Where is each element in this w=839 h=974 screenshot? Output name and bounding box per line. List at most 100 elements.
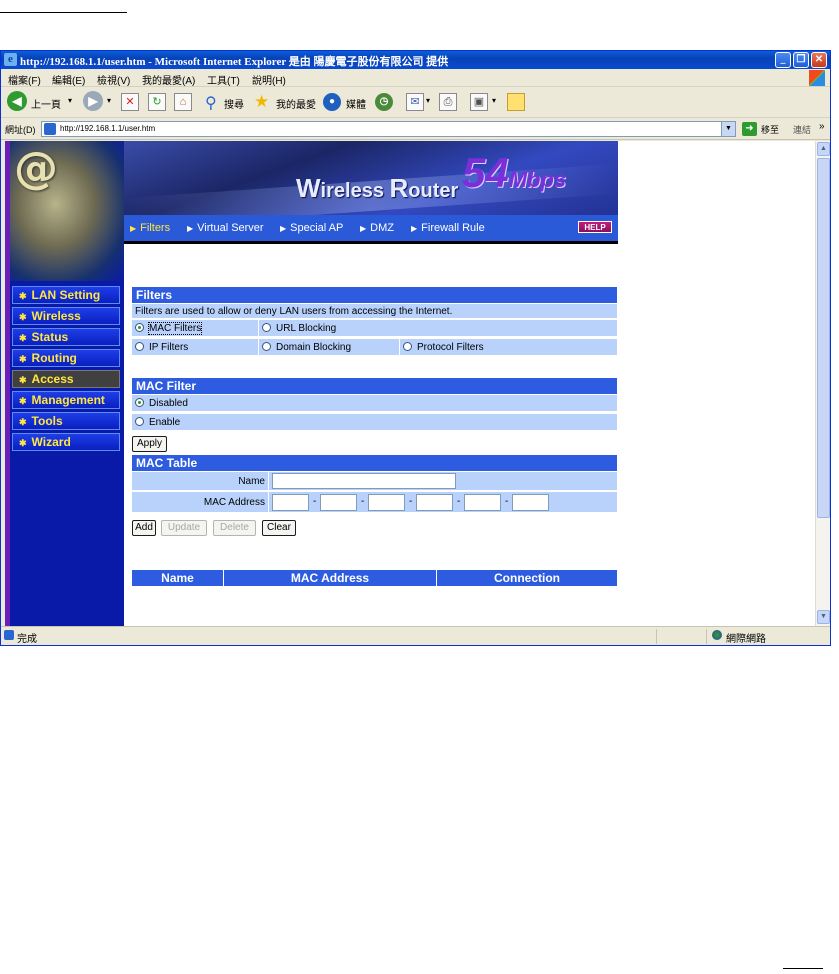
address-url: http://192.168.1.1/user.htm (60, 124, 156, 133)
print-icon[interactable]: ⎙ (439, 93, 457, 111)
add-button[interactable]: Add (132, 520, 156, 536)
nav-access[interactable]: ✱ Access (12, 370, 120, 388)
back-label[interactable]: 上一頁 (31, 96, 61, 111)
tab-firewall-rule[interactable]: ▶ Firewall Rule (411, 222, 485, 234)
mac-table-columns: Name MAC Address Connection (132, 570, 617, 586)
scroll-down-icon[interactable]: ▼ (817, 610, 830, 624)
mail-dropdown-icon[interactable]: ▾ (426, 96, 430, 105)
option-protocol-filters[interactable]: Protocol Filters (400, 339, 617, 356)
mac-octet-2-input[interactable] (320, 494, 357, 511)
radio-icon[interactable] (135, 398, 144, 407)
favorites-star-icon[interactable]: ★ (254, 92, 269, 114)
radio-icon[interactable] (135, 342, 144, 351)
home-icon[interactable]: ⌂ (174, 93, 192, 111)
go-arrow-icon[interactable]: ➜ (742, 122, 757, 136)
option-enable[interactable]: Enable (132, 414, 617, 431)
radio-icon[interactable] (262, 342, 271, 351)
tab-arrow-icon: ▶ (187, 224, 194, 233)
nav-lan-setting[interactable]: ✱ LAN Setting (12, 286, 120, 304)
stop-icon[interactable]: ✕ (121, 93, 139, 111)
mac-filter-disabled-row: Disabled (132, 395, 617, 412)
nav-label: Status (31, 330, 69, 344)
refresh-icon[interactable]: ↻ (148, 93, 166, 111)
scroll-up-icon[interactable]: ▲ (817, 142, 830, 156)
media-icon[interactable]: ● (323, 93, 341, 111)
forward-arrow-icon[interactable]: ▶ (83, 91, 103, 111)
page-rule-bottom (783, 968, 823, 969)
search-icon[interactable]: ⚲ (205, 93, 217, 115)
close-button[interactable]: ✕ (811, 52, 827, 68)
radio-icon[interactable] (135, 417, 144, 426)
menu-help[interactable]: 說明(H) (252, 72, 286, 87)
messenger-icon[interactable] (507, 93, 525, 111)
filters-header: Filters (132, 287, 617, 303)
mac-octet-3-input[interactable] (368, 494, 405, 511)
mail-icon[interactable]: ✉ (406, 93, 424, 111)
option-label: URL Blocking (276, 323, 337, 334)
option-ip-filters[interactable]: IP Filters (132, 339, 259, 356)
nav-bullet-icon: ✱ (19, 312, 27, 322)
tab-virtual-server[interactable]: ▶ Virtual Server (187, 222, 264, 234)
mac-octet-4-input[interactable] (416, 494, 453, 511)
mac-octet-6-input[interactable] (512, 494, 549, 511)
address-input[interactable]: http://192.168.1.1/user.htm ▼ (41, 121, 736, 137)
menu-tools[interactable]: 工具(T) (207, 72, 240, 87)
option-url-blocking[interactable]: URL Blocking (259, 320, 617, 337)
nav-wireless[interactable]: ✱ Wireless (12, 307, 120, 325)
vertical-scrollbar[interactable]: ▲ ▼ (815, 141, 830, 626)
brand-logo: @ (10, 141, 124, 281)
address-dropdown-icon[interactable]: ▼ (721, 122, 735, 136)
option-mac-filters[interactable]: MAC Filters (132, 320, 259, 337)
address-label: 網址(D) (5, 125, 36, 135)
clear-button[interactable]: Clear (262, 520, 296, 536)
maximize-button[interactable]: ❐ (793, 52, 809, 68)
filters-description: Filters are used to allow or deny LAN us… (135, 306, 453, 317)
radio-icon[interactable] (262, 323, 271, 332)
nav-management[interactable]: ✱ Management (12, 391, 120, 409)
nav-routing[interactable]: ✱ Routing (12, 349, 120, 367)
name-input[interactable] (272, 473, 456, 489)
forward-dropdown-icon[interactable]: ▾ (107, 96, 111, 105)
menu-edit[interactable]: 編輯(E) (52, 72, 85, 87)
delete-button[interactable]: Delete (213, 520, 256, 536)
nav-bullet-icon: ✱ (19, 438, 27, 448)
help-button[interactable]: HELP (578, 221, 612, 233)
name-label: Name (132, 472, 269, 491)
back-dropdown-icon[interactable]: ▾ (68, 96, 72, 105)
tab-label: Filters (140, 222, 171, 234)
nav-tools[interactable]: ✱ Tools (12, 412, 120, 430)
tab-bar: ▶ Filters ▶ Virtual Server ▶ Special AP ▶ DM… (124, 215, 618, 241)
tab-filters[interactable]: ▶ Filters (130, 222, 170, 234)
nav-label: Access (31, 372, 74, 386)
minimize-button[interactable]: _ (775, 52, 791, 68)
back-arrow-icon[interactable]: ◀ (7, 91, 27, 111)
nav-bullet-icon: ✱ (19, 354, 27, 364)
nav-status[interactable]: ✱ Status (12, 328, 120, 346)
update-button[interactable]: Update (161, 520, 207, 536)
links-more-icon[interactable]: » (819, 121, 825, 132)
go-button[interactable]: 移至 (761, 123, 779, 136)
edit-dropdown-icon[interactable]: ▾ (492, 96, 496, 105)
menu-favorites[interactable]: 我的最愛(A) (142, 72, 195, 87)
radio-icon[interactable] (403, 342, 412, 351)
edit-icon[interactable]: ▣ (470, 93, 488, 111)
menu-view[interactable]: 檢視(V) (97, 72, 130, 87)
option-domain-blocking[interactable]: Domain Blocking (259, 339, 400, 356)
search-label[interactable]: 搜尋 (224, 96, 244, 111)
nav-wizard[interactable]: ✱ Wizard (12, 433, 120, 451)
mac-filter-enable-row: Enable (132, 414, 617, 431)
links-label[interactable]: 連結 (793, 123, 811, 136)
tab-dmz[interactable]: ▶ DMZ (360, 222, 394, 234)
scroll-thumb[interactable] (817, 158, 830, 518)
mac-octet-5-input[interactable] (464, 494, 501, 511)
history-icon[interactable]: ◷ (375, 93, 393, 111)
tab-special-ap[interactable]: ▶ Special AP (280, 222, 343, 234)
media-label[interactable]: 媒體 (346, 96, 366, 111)
menu-file[interactable]: 檔案(F) (8, 72, 41, 87)
mac-separator: - (457, 496, 461, 507)
favorites-label[interactable]: 我的最愛 (276, 96, 316, 111)
apply-button[interactable]: Apply (132, 436, 167, 452)
radio-icon[interactable] (135, 323, 144, 332)
option-disabled[interactable]: Disabled (132, 395, 617, 412)
mac-octet-1-input[interactable] (272, 494, 309, 511)
